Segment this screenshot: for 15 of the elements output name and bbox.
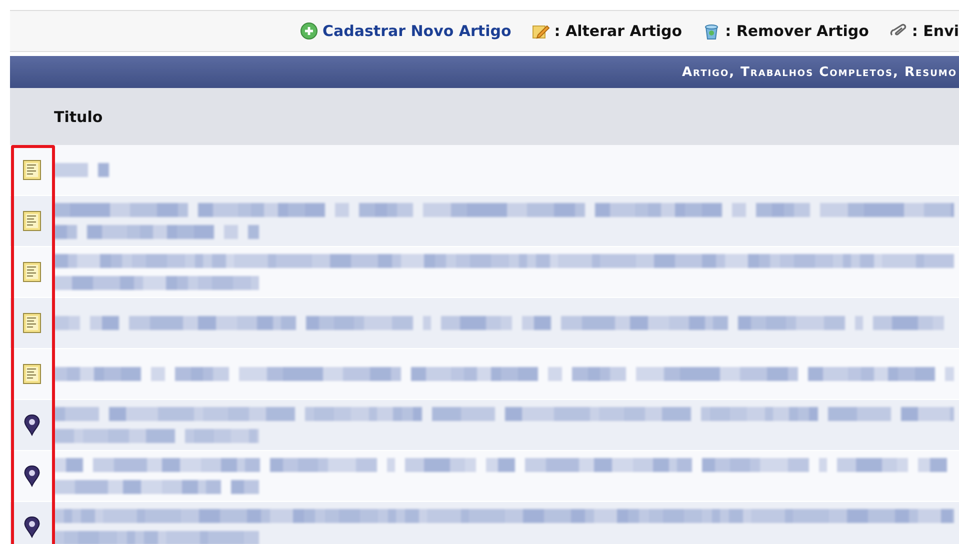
column-header: Titulo xyxy=(54,108,103,126)
add-article-link[interactable]: Cadastrar Novo Artigo xyxy=(322,22,512,40)
legend-label: : Envi xyxy=(912,22,959,40)
document-icon xyxy=(22,210,42,232)
document-icon xyxy=(22,363,42,385)
legend-label: : Alterar Artigo xyxy=(554,22,682,40)
document-icon xyxy=(22,312,42,334)
pin-icon xyxy=(22,465,42,487)
pin-icon xyxy=(22,516,42,538)
document-icon xyxy=(22,159,42,181)
legend-label: : Remover Artigo xyxy=(725,22,869,40)
plus-icon xyxy=(300,22,320,40)
pin-icon xyxy=(22,414,42,436)
caption-title: Artigo, Trabalhos Completos, Resumo xyxy=(682,64,957,80)
document-icon xyxy=(22,261,42,283)
